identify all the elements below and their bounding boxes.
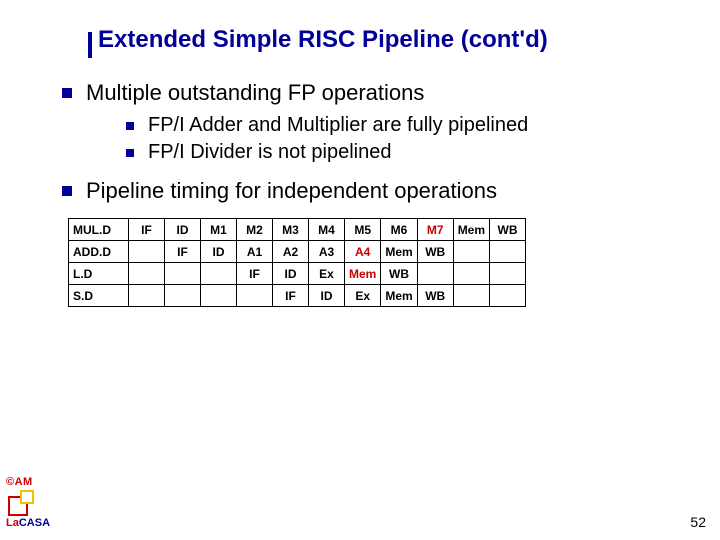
subbullet-1-1: FP/I Adder and Multiplier are fully pipe… (126, 114, 692, 137)
table-cell (129, 263, 165, 285)
table-cell (129, 285, 165, 307)
table-cell (201, 263, 237, 285)
pipeline-table: MUL.DIFIDM1M2M3M4M5M6M7MemWBADD.DIFIDA1A… (68, 218, 692, 307)
table-cell: A4 (345, 241, 381, 263)
table-cell: Mem (345, 263, 381, 285)
table-cell: M1 (201, 219, 237, 241)
table-cell: WB (490, 219, 526, 241)
slide-body: Multiple outstanding FP operations FP/I … (62, 80, 692, 307)
lacasa-part-la: La (6, 517, 19, 529)
table-row: S.D IFIDExMemWB (69, 285, 526, 307)
bullet-2: Pipeline timing for independent operatio… (62, 178, 692, 204)
table-cell (165, 263, 201, 285)
table-cell: M3 (273, 219, 309, 241)
pipeline-table-element: MUL.DIFIDM1M2M3M4M5M6M7MemWBADD.DIFIDA1A… (68, 218, 526, 307)
table-row: ADD.D IFIDA1A2A3A4MemWB (69, 241, 526, 263)
square-bullet-icon (126, 122, 134, 130)
table-cell: M5 (345, 219, 381, 241)
title-block: Extended Simple RISC Pipeline (cont'd) (98, 26, 692, 54)
page-number: 52 (690, 514, 706, 530)
table-cell (129, 241, 165, 263)
table-cell: M6 (381, 219, 417, 241)
table-cell: Ex (309, 263, 345, 285)
table-cell: Mem (381, 285, 417, 307)
lacasa-logo-icon (8, 490, 36, 516)
table-row-label: MUL.D (69, 219, 129, 241)
table-cell: ID (201, 241, 237, 263)
bullet-1-text: Multiple outstanding FP operations (86, 80, 424, 106)
lacasa-label: LaCASA (6, 518, 50, 530)
table-cell (453, 263, 489, 285)
table-row-label: S.D (69, 285, 129, 307)
table-row-label: ADD.D (69, 241, 129, 263)
table-cell: M2 (237, 219, 273, 241)
table-cell: IF (237, 263, 273, 285)
table-cell (490, 241, 526, 263)
bullet-1-subitems: FP/I Adder and Multiplier are fully pipe… (126, 114, 692, 164)
square-bullet-icon (126, 149, 134, 157)
table-cell: ID (273, 263, 309, 285)
footer-branding: ©AM LaCASA (6, 477, 50, 530)
table-cell: A2 (273, 241, 309, 263)
table-row: MUL.DIFIDM1M2M3M4M5M6M7MemWB (69, 219, 526, 241)
table-cell (453, 285, 489, 307)
table-cell: Ex (345, 285, 381, 307)
table-cell: M4 (309, 219, 345, 241)
table-cell: ID (165, 219, 201, 241)
subbullet-1-2: FP/I Divider is not pipelined (126, 141, 692, 164)
table-cell (453, 241, 489, 263)
table-cell (417, 263, 453, 285)
square-bullet-icon (62, 186, 72, 196)
table-cell: M7 (417, 219, 453, 241)
title-accent-bar (88, 32, 92, 58)
bullet-1: Multiple outstanding FP operations (62, 80, 692, 106)
subbullet-1-1-text: FP/I Adder and Multiplier are fully pipe… (148, 114, 528, 137)
table-cell: A1 (237, 241, 273, 263)
table-cell (201, 285, 237, 307)
bullet-2-text: Pipeline timing for independent operatio… (86, 178, 497, 204)
copyright-am: ©AM (6, 477, 50, 489)
table-row-label: L.D (69, 263, 129, 285)
subbullet-1-2-text: FP/I Divider is not pipelined (148, 141, 391, 164)
table-cell: WB (417, 241, 453, 263)
table-cell (490, 285, 526, 307)
table-cell: A3 (309, 241, 345, 263)
table-row: L.D IFIDExMemWB (69, 263, 526, 285)
table-cell: ID (309, 285, 345, 307)
table-cell: Mem (453, 219, 489, 241)
logo-yellow-square (20, 490, 34, 504)
slide: Extended Simple RISC Pipeline (cont'd) M… (0, 0, 720, 540)
table-cell: IF (273, 285, 309, 307)
table-cell: WB (417, 285, 453, 307)
table-cell (237, 285, 273, 307)
table-cell (165, 285, 201, 307)
table-cell: WB (381, 263, 417, 285)
table-cell: Mem (381, 241, 417, 263)
table-cell: IF (165, 241, 201, 263)
lacasa-part-casa: CASA (19, 517, 50, 529)
table-cell: IF (129, 219, 165, 241)
slide-title: Extended Simple RISC Pipeline (cont'd) (98, 26, 692, 54)
table-cell (490, 263, 526, 285)
square-bullet-icon (62, 88, 72, 98)
